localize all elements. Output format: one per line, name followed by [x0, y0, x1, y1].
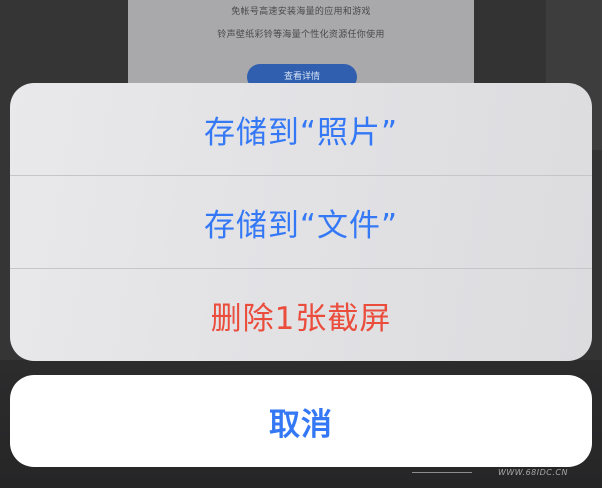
delete-screenshot-button[interactable]: 删除1张截屏 — [10, 269, 592, 361]
save-to-files-button[interactable]: 存储到“文件” — [10, 176, 592, 268]
cancel-button[interactable]: 取消 — [10, 375, 592, 467]
promo-card-line-2: 铃声壁纸彩铃等海量个性化资源任你使用 — [217, 30, 385, 40]
action-sheet: 存储到“照片” 存储到“文件” 删除1张截屏 — [10, 83, 592, 361]
promo-card-line-1: 免帐号高速安装海量的应用和游戏 — [231, 7, 371, 17]
watermark-line — [412, 472, 472, 473]
watermark: WWW.68IDC.CN — [497, 468, 568, 477]
save-to-photos-button[interactable]: 存储到“照片” — [10, 83, 592, 175]
